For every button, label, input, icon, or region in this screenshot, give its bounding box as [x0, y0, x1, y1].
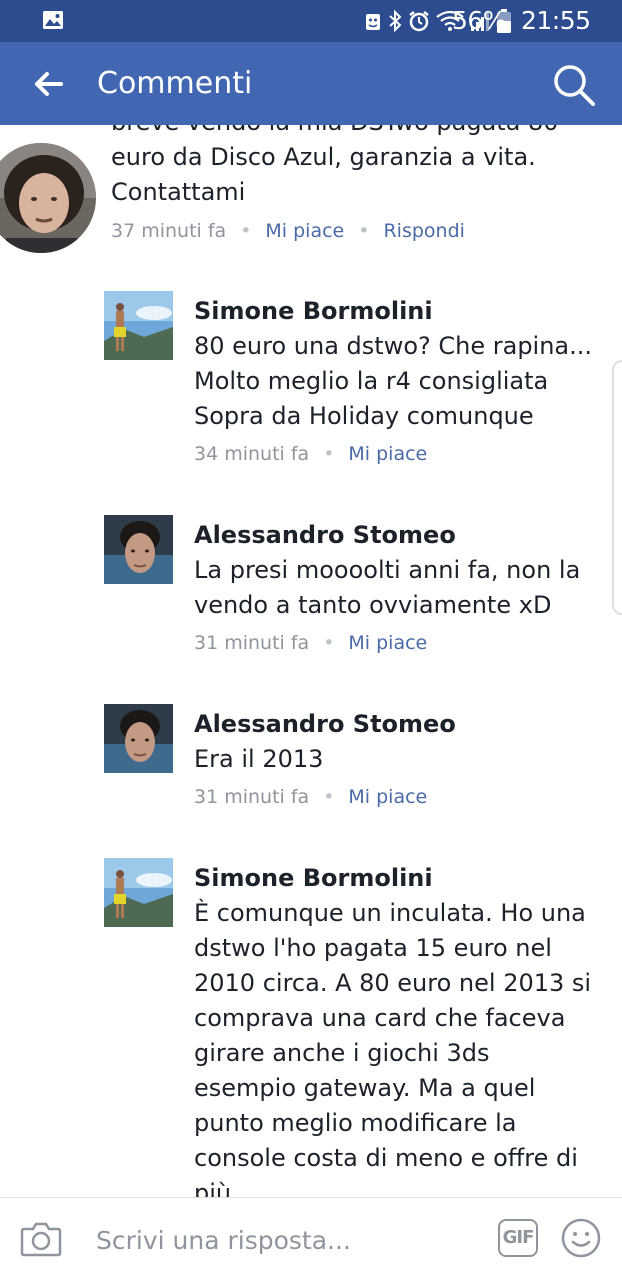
comment-meta: 31 minuti fa • Mi piace: [194, 631, 427, 655]
comment-line: Sopra da Holiday comunque: [194, 402, 534, 430]
app-bar: Commenti: [0, 42, 622, 125]
commenter-name[interactable]: Alessandro Stomeo: [194, 519, 456, 551]
parent-comment: breve vendo la mia DSTwo pagata 80 euro …: [0, 125, 622, 265]
reply-composer: GIF: [0, 1197, 622, 1280]
status-bar: 56% 21:55: [0, 0, 622, 42]
comment-line: Era il 2013: [194, 745, 324, 773]
comment-time: 31 minuti fa: [194, 786, 310, 808]
like-button[interactable]: Mi piace: [348, 443, 427, 465]
separator-dot: •: [323, 443, 335, 465]
like-button[interactable]: Mi piace: [265, 220, 344, 242]
comment-meta: 34 minuti fa • Mi piace: [194, 442, 427, 466]
commenter-name[interactable]: Simone Bormolini: [194, 862, 433, 894]
reply-input[interactable]: [96, 1220, 476, 1260]
avatar[interactable]: [104, 291, 173, 360]
comment-line: Molto meglio la r4 consigliata: [194, 367, 549, 395]
comment-line: girare anche i giochi 3ds: [194, 1039, 490, 1067]
comment-line: più: [194, 1179, 232, 1197]
comment-line: esempio gateway. Ma a quel: [194, 1074, 536, 1102]
bluetooth-icon: [389, 10, 402, 32]
comment-line: euro da Disco Azul, garanzia a vita.: [111, 143, 536, 171]
comment-meta: 37 minuti fa • Mi piace • Rispondi: [111, 219, 465, 243]
arrow-left-icon[interactable]: [30, 66, 66, 102]
comments-thread[interactable]: breve vendo la mia DSTwo pagata 80 euro …: [0, 125, 622, 1197]
comment-meta: 31 minuti fa • Mi piace: [194, 785, 427, 809]
comment-line: punto meglio modificare la: [194, 1109, 517, 1137]
comment-text: Era il 2013: [194, 742, 609, 777]
comment-line: console costa di meno e offre di: [194, 1144, 578, 1172]
clock: 21:55: [521, 6, 591, 35]
comment-line: breve vendo la mia DSTwo pagata 80: [111, 125, 591, 140]
comment-text: 80 euro una dstwo? Che rapina... Molto m…: [194, 329, 609, 434]
comment-time: 37 minuti fa: [111, 220, 227, 242]
camera-icon[interactable]: [20, 1220, 62, 1258]
alarm-icon: [409, 11, 429, 32]
commenter-name[interactable]: Simone Bormolini: [194, 295, 433, 327]
reply-button[interactable]: Rispondi: [383, 220, 464, 242]
commenter-name[interactable]: Alessandro Stomeo: [194, 708, 456, 740]
comment-time: 31 minuti fa: [194, 632, 310, 654]
avatar[interactable]: [104, 858, 173, 927]
image-icon: [43, 11, 63, 29]
comment-time: 34 minuti fa: [194, 443, 310, 465]
page-title: Commenti: [97, 66, 253, 101]
comment-text: breve vendo la mia DSTwo pagata 80 euro …: [111, 125, 591, 210]
smiley-icon[interactable]: [560, 1217, 602, 1259]
android-icon: [366, 14, 380, 30]
comment-line: comprava una card che faceva: [194, 1004, 566, 1032]
comment-line: 2010 circa. A 80 euro nel 2013 si: [194, 969, 592, 997]
comment-line: dstwo l'ho pagata 15 euro nel: [194, 934, 552, 962]
comment-line: È comunque un inculata. Ho una: [194, 899, 586, 927]
comment-line: La presi moooolti anni fa, non la: [194, 556, 581, 584]
comment-text: È comunque un inculata. Ho una dstwo l'h…: [194, 896, 609, 1197]
search-icon[interactable]: [551, 62, 597, 108]
battery-icon: [497, 9, 511, 33]
avatar[interactable]: [0, 143, 96, 253]
comment-text: La presi moooolti anni fa, non la vendo …: [194, 553, 609, 623]
separator-dot: •: [323, 632, 335, 654]
like-button[interactable]: Mi piace: [348, 632, 427, 654]
separator-dot: •: [323, 786, 335, 808]
comment-line: vendo a tanto ovviamente xD: [194, 591, 552, 619]
avatar[interactable]: [104, 515, 173, 584]
avatar[interactable]: [104, 704, 173, 773]
like-button[interactable]: Mi piace: [348, 786, 427, 808]
comment-line: 80 euro una dstwo? Che rapina...: [194, 332, 593, 360]
separator-dot: •: [240, 220, 252, 242]
scrollbar[interactable]: [612, 360, 622, 615]
comment-line: Contattami: [111, 178, 246, 206]
gif-button[interactable]: GIF: [498, 1219, 538, 1257]
separator-dot: •: [358, 220, 370, 242]
